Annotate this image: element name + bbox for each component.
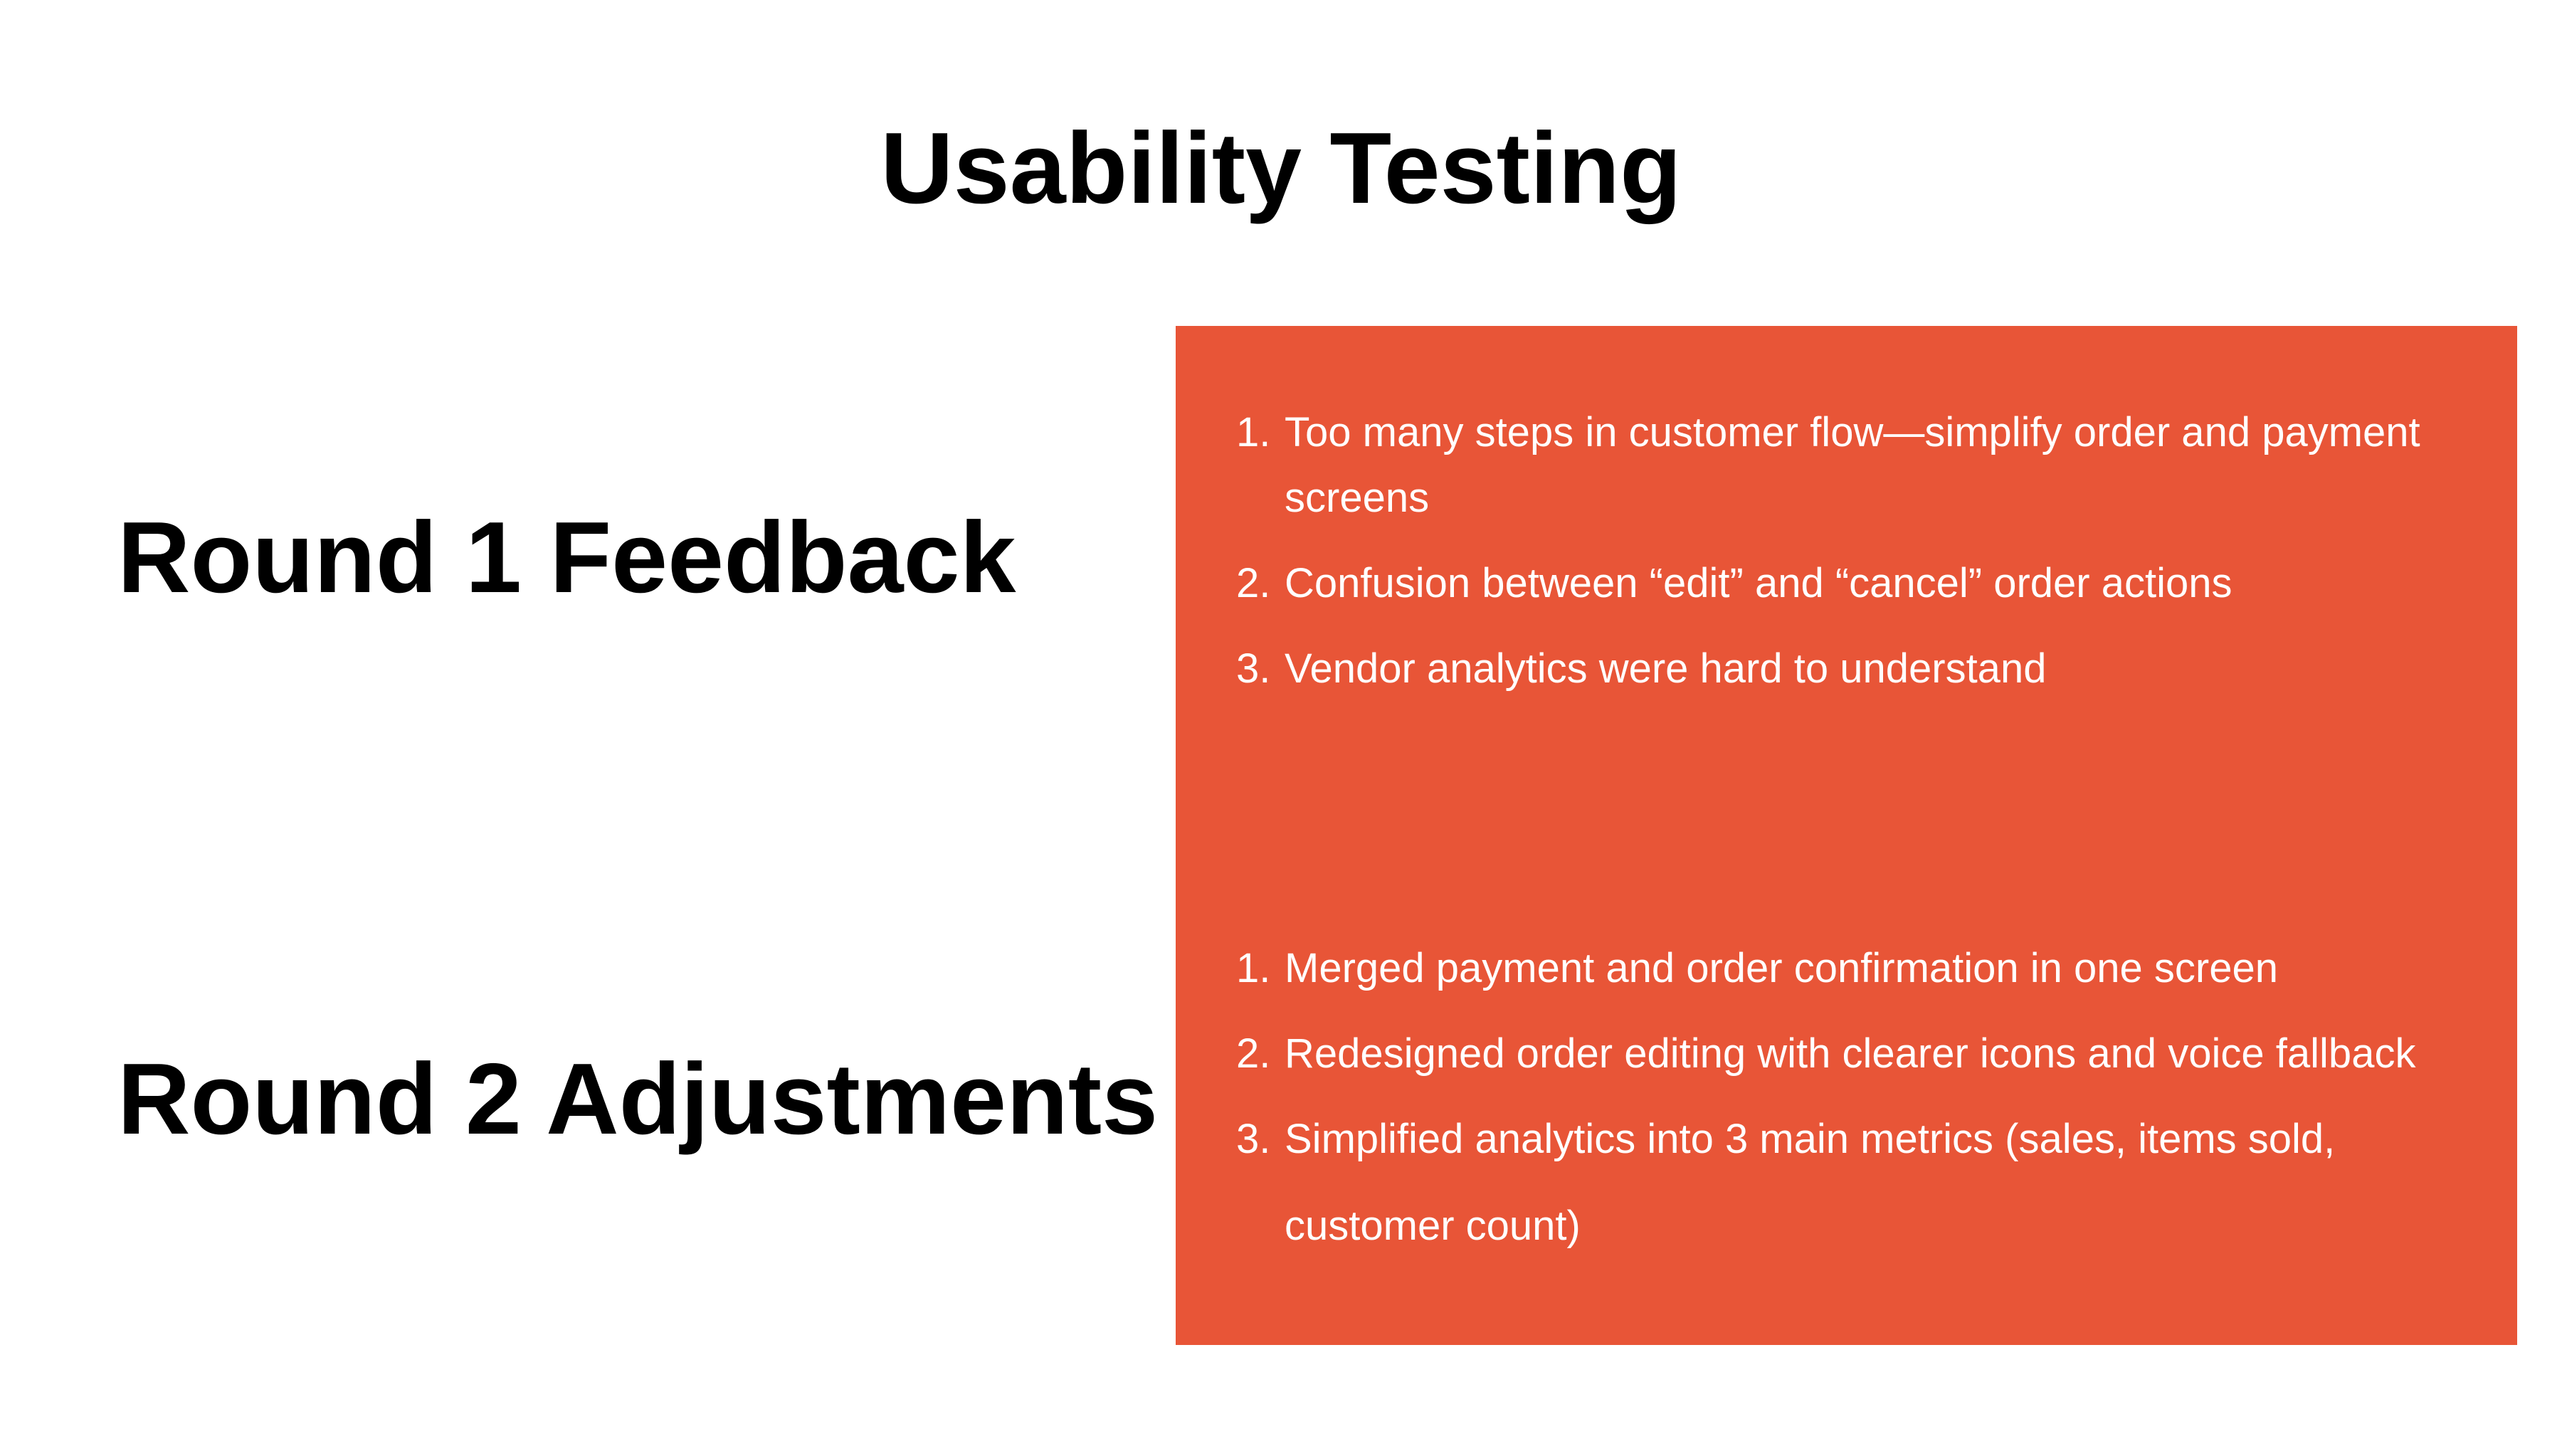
list-item: 2. Redesigned order editing with clearer…	[1236, 1021, 2489, 1087]
list-item-number: 2.	[1236, 560, 1271, 606]
list-item-number: 1.	[1236, 945, 1271, 991]
list-item-number: 1.	[1236, 409, 1271, 455]
list-item-text: Vendor analytics were hard to understand	[1285, 645, 2047, 692]
list-item: 1. Too many steps in customer flow—simpl…	[1236, 400, 2489, 531]
list-item-number: 2.	[1236, 1030, 1271, 1077]
list-item-text: Too many steps in customer flow—simplify…	[1285, 409, 2420, 521]
list-item: 3. Simplified analytics into 3 main metr…	[1236, 1107, 2489, 1270]
list-item: 1. Merged payment and order confirmation…	[1236, 936, 2489, 1001]
round-1-feedback-list: 1. Too many steps in customer flow—simpl…	[1236, 400, 2489, 722]
list-item-text: Redesigned order editing with clearer ic…	[1285, 1030, 2416, 1077]
list-item-number: 3.	[1236, 645, 1271, 692]
round-2-heading: Round 2 Adjustments	[117, 1043, 1159, 1156]
list-item-text: Merged payment and order confirmation in…	[1285, 945, 2278, 991]
findings-panel: 1. Too many steps in customer flow—simpl…	[1176, 326, 2517, 1345]
list-item: 3. Vendor analytics were hard to underst…	[1236, 636, 2489, 702]
list-item-number: 3.	[1236, 1116, 1271, 1162]
round-2-adjustments-list: 1. Merged payment and order confirmation…	[1236, 936, 2489, 1289]
list-item-text: Confusion between “edit” and “cancel” or…	[1285, 560, 2232, 606]
list-item: 2. Confusion between “edit” and “cancel”…	[1236, 551, 2489, 616]
page-title: Usability Testing	[880, 112, 1682, 225]
round-1-heading: Round 1 Feedback	[117, 501, 1016, 614]
list-item-text: Simplified analytics into 3 main metrics…	[1285, 1116, 2336, 1249]
